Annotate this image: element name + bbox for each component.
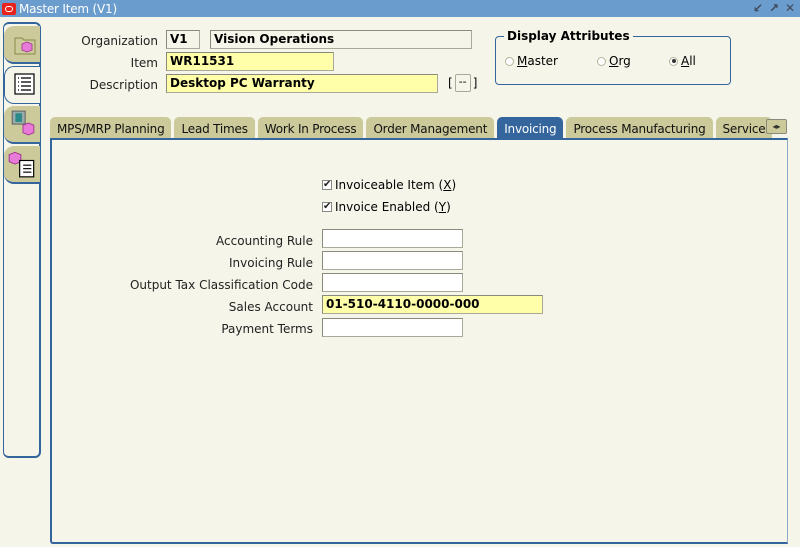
radio-button[interactable] [597, 56, 606, 66]
checkbox-checked[interactable]: ✔ [322, 202, 332, 212]
side-tab-organization[interactable] [4, 106, 40, 144]
side-tab-attributes[interactable] [4, 146, 40, 184]
description-label: Description [89, 78, 158, 92]
display-attributes-title: Display Attributes [504, 29, 633, 43]
output-tax-classification-label: Output Tax Classification Code [129, 278, 313, 292]
close-icon[interactable]: ✕ [784, 1, 796, 15]
item-field[interactable]: WR11531 [166, 52, 334, 71]
organization-label: Organization [81, 34, 158, 48]
flexfield-button[interactable]: -- [454, 74, 471, 92]
side-tab-folder[interactable] [4, 26, 40, 64]
sales-account-field[interactable]: 01-510-4110-0000-000 [322, 295, 543, 314]
radio-org-label: rg [618, 54, 631, 68]
description-flexfield: [ -- ] [448, 74, 477, 92]
organization-code-field[interactable]: V1 [166, 30, 200, 49]
payment-terms-field[interactable] [322, 318, 463, 337]
radio-all-label: ll [689, 54, 696, 68]
side-tab-list[interactable] [4, 66, 40, 104]
window-title: Master Item (V1) [19, 1, 117, 16]
item-label: Item [130, 56, 158, 70]
organization-name-field[interactable]: Vision Operations [210, 30, 472, 49]
cube-list-icon [8, 151, 35, 178]
invoice-enabled-checkbox[interactable]: ✔ Invoice Enabled (Y) [322, 200, 451, 214]
tab-order-management[interactable]: Order Management [366, 117, 495, 139]
radio-button[interactable] [505, 56, 514, 66]
radio-org-mnemonic: O [609, 54, 619, 68]
radio-all[interactable]: All [669, 54, 696, 68]
list-icon [14, 73, 35, 95]
invoice-enabled-label: Invoice Enabled ( [335, 200, 439, 214]
accounting-rule-field[interactable] [322, 229, 463, 248]
invoiceable-item-mnemonic: X [443, 178, 452, 192]
bracket-open: [ [448, 76, 453, 90]
tab-mps-mrp-planning[interactable]: MPS/MRP Planning [50, 117, 172, 139]
building-cube-icon [11, 110, 35, 136]
description-field[interactable]: Desktop PC Warranty [166, 74, 438, 93]
invoiceable-item-checkbox[interactable]: ✔ Invoiceable Item (X) [322, 178, 456, 192]
invoiceable-item-label: Invoiceable Item ( [335, 178, 444, 192]
sales-account-label: Sales Account [228, 300, 313, 314]
invoicing-rule-field[interactable] [322, 251, 463, 270]
tab-scroll-button[interactable]: ◂▸ [766, 119, 787, 134]
invoice-enabled-mnemonic: Y [438, 200, 447, 214]
tab-lead-times[interactable]: Lead Times [174, 117, 255, 139]
radio-button-selected[interactable] [669, 56, 678, 66]
tab-service[interactable]: Service [715, 117, 773, 139]
bracket-close: ] [472, 76, 478, 90]
attribute-tabs: MPS/MRP Planning Lead Times Work In Proc… [50, 117, 773, 139]
invoiceable-item-suffix: ) [451, 178, 457, 192]
tab-work-in-process[interactable]: Work In Process [257, 117, 364, 139]
radio-master[interactable]: Master [505, 54, 558, 68]
invoice-enabled-suffix: ) [446, 200, 451, 214]
window-titlebar: Master Item (V1) ↙ ↗ ✕ [0, 0, 800, 17]
maximize-icon[interactable]: ↗ [768, 1, 780, 15]
display-attributes-group: Display Attributes Master Org All [495, 29, 731, 85]
radio-master-label: aster [527, 54, 558, 68]
radio-master-mnemonic: M [517, 54, 528, 68]
oracle-logo-icon [2, 2, 16, 15]
checkbox-checked[interactable]: ✔ [322, 180, 332, 190]
payment-terms-label: Payment Terms [221, 322, 313, 336]
folder-cube-icon [14, 37, 36, 55]
radio-all-mnemonic: A [681, 54, 690, 68]
invoicing-panel [50, 138, 788, 544]
tab-process-manufacturing[interactable]: Process Manufacturing [566, 117, 713, 139]
radio-org[interactable]: Org [597, 54, 631, 68]
accounting-rule-label: Accounting Rule [216, 234, 313, 248]
tab-invoicing[interactable]: Invoicing [497, 117, 564, 139]
output-tax-classification-field[interactable] [322, 273, 463, 292]
invoicing-rule-label: Invoicing Rule [228, 256, 313, 270]
minimize-icon[interactable]: ↙ [752, 1, 764, 15]
